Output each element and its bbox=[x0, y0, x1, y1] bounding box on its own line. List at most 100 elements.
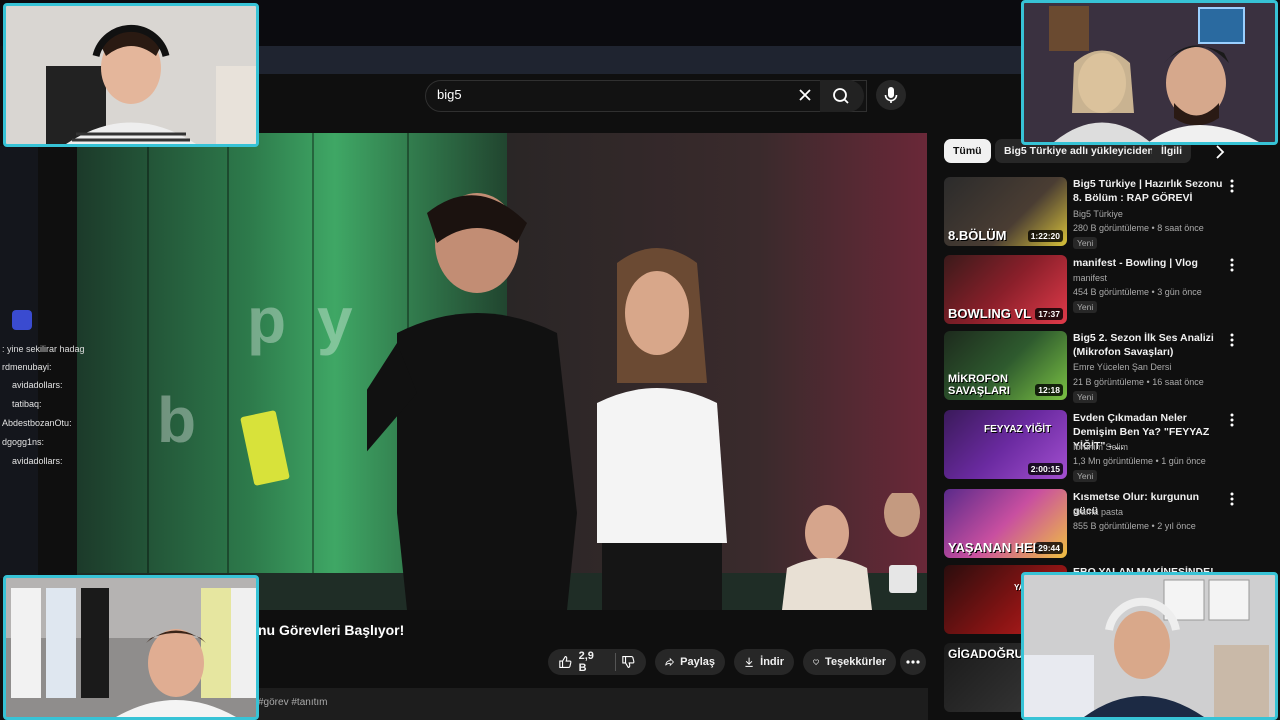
chat-text: : bbox=[60, 456, 63, 466]
video-thumbnail[interactable]: 8.BÖLÜM 1:22:20 bbox=[944, 177, 1067, 246]
wall-letter: y bbox=[317, 284, 353, 356]
webcam-bottom-right bbox=[1021, 572, 1278, 720]
video-meta: 454 B görüntüleme • 3 gün önce bbox=[1073, 287, 1202, 297]
thumbnail-caption: BOWLING VL bbox=[948, 306, 1032, 321]
video-thumbnail[interactable]: YAŞANAN HER 29:44 bbox=[944, 489, 1067, 558]
new-badge: Yeni bbox=[1073, 237, 1098, 249]
chat-message: dgogg1ns: bbox=[2, 437, 44, 447]
hashtags[interactable]: #görev #tanıtım bbox=[258, 697, 327, 708]
chat-text: : yine sekilirar hadag bbox=[2, 344, 85, 354]
thumbnail-caption: FEYYAZ YİĞİT bbox=[984, 424, 1052, 435]
video-title-link[interactable]: Big5 2. Sezon İlk Ses Analizi (Mikrofon … bbox=[1073, 331, 1223, 359]
new-badge: Yeni bbox=[1073, 391, 1098, 403]
voice-search-button[interactable] bbox=[876, 80, 906, 110]
browser-subbar bbox=[258, 46, 1023, 74]
search-button[interactable] bbox=[820, 80, 864, 112]
channel-name[interactable]: İbrahim Selim bbox=[1073, 442, 1128, 452]
duration-badge: 1:22:20 bbox=[1027, 230, 1063, 242]
video-thumbnail[interactable]: MİKROFON SAVAŞLARI 12:18 bbox=[944, 331, 1067, 400]
chat-text: : bbox=[39, 399, 42, 409]
thumbs-down-icon[interactable] bbox=[621, 654, 636, 670]
description-box[interactable] bbox=[258, 688, 928, 720]
app-icon[interactable] bbox=[12, 310, 32, 330]
locker-line bbox=[147, 133, 149, 610]
wall-letter: p bbox=[247, 284, 287, 356]
video-meta: 855 B görüntüleme • 2 yıl önce bbox=[1073, 521, 1196, 531]
duration-badge: 17:37 bbox=[1035, 308, 1063, 320]
streamer-figure bbox=[1024, 579, 1269, 717]
thumbnail-caption: YAŞANAN HER bbox=[948, 540, 1043, 555]
share-label: Paylaş bbox=[680, 656, 715, 668]
locker-line bbox=[227, 133, 229, 610]
thanks-button[interactable]: Teşekkürler bbox=[803, 649, 896, 675]
channel-name[interactable]: drama pasta bbox=[1073, 507, 1123, 517]
channel-name[interactable]: Emre Yücelen Şan Dersi bbox=[1073, 362, 1171, 372]
more-vertical-icon[interactable] bbox=[1226, 332, 1238, 348]
like-count: 2,9 B bbox=[578, 650, 594, 674]
channel-name[interactable]: Big5 Türkiye bbox=[1073, 209, 1123, 219]
thumbs-up-icon bbox=[559, 655, 572, 669]
share-button[interactable]: Paylaş bbox=[655, 649, 725, 675]
more-vertical-icon[interactable] bbox=[1226, 257, 1238, 273]
thumbnail-caption: GİGADOĞRU bbox=[948, 647, 1024, 661]
chat-username: tatibaq bbox=[12, 399, 40, 409]
channel-watermark bbox=[889, 565, 917, 593]
webcam-bottom-left bbox=[3, 575, 259, 720]
duration-badge: 2:00:15 bbox=[1027, 463, 1063, 475]
webcam-top-right bbox=[1021, 0, 1278, 145]
download-icon bbox=[745, 657, 753, 667]
chat-username: avidadollars bbox=[12, 456, 61, 466]
microphone-icon bbox=[884, 87, 898, 103]
thanks-label: Teşekkürler bbox=[825, 656, 886, 668]
video-title-link[interactable]: Big5 Türkiye | Hazırlık Sezonu 8. Bölüm … bbox=[1073, 177, 1223, 205]
video-meta: 1,3 Mn görüntüleme • 1 gün önce bbox=[1073, 456, 1206, 466]
video-title: nu Görevleri Başlıyor! bbox=[258, 622, 405, 638]
wall-letter: b bbox=[157, 384, 197, 456]
duration-badge: 12:18 bbox=[1035, 384, 1063, 396]
duration-badge: 29:44 bbox=[1035, 542, 1063, 554]
video-thumbnail[interactable]: FEYYAZ YİĞİT 2:00:15 bbox=[944, 410, 1067, 479]
share-icon bbox=[665, 657, 675, 667]
chat-message: AbdestbozanOtu: bbox=[2, 418, 72, 428]
thumbnail-caption: 8.BÖLÜM bbox=[948, 228, 1007, 243]
new-badge: Yeni bbox=[1073, 470, 1098, 482]
video-meta: 280 B görüntüleme • 8 saat önce bbox=[1073, 223, 1204, 233]
chat-message: : yine sekilirar hadag bbox=[2, 344, 85, 354]
video-title-link[interactable]: manifest - Bowling | Vlog bbox=[1073, 256, 1223, 270]
download-button[interactable]: İndir bbox=[734, 649, 794, 675]
chat-message: tatibaq: bbox=[12, 399, 42, 409]
close-icon[interactable] bbox=[795, 85, 815, 105]
person-figure bbox=[597, 248, 727, 610]
like-button[interactable]: 2,9 B bbox=[548, 649, 646, 675]
more-actions-button[interactable] bbox=[900, 649, 926, 675]
search-icon bbox=[833, 88, 849, 104]
video-thumbnail[interactable]: BOWLING VL 17:37 bbox=[944, 255, 1067, 324]
chat-text: : bbox=[69, 418, 72, 428]
chat-username: avidadollars bbox=[12, 380, 61, 390]
chat-text: : bbox=[41, 437, 45, 447]
more-vertical-icon[interactable] bbox=[1226, 412, 1238, 428]
divider bbox=[614, 653, 616, 671]
download-label: İndir bbox=[760, 656, 784, 668]
video-meta: 21 B görüntüleme • 16 saat önce bbox=[1073, 377, 1204, 387]
webcam-top-left bbox=[3, 3, 259, 147]
video-player[interactable]: p y b bbox=[77, 133, 927, 610]
chat-message: rdmenubayi: bbox=[2, 362, 52, 372]
chip-all[interactable]: Tümü bbox=[944, 139, 991, 163]
chat-username: rdmenubayi bbox=[2, 362, 50, 372]
more-vertical-icon[interactable] bbox=[1226, 491, 1238, 507]
chevron-right-icon[interactable] bbox=[1210, 142, 1230, 162]
heart-dollar-icon bbox=[813, 659, 819, 665]
chat-username: AbdestbozanOtu bbox=[2, 418, 70, 428]
search-query[interactable]: big5 bbox=[437, 87, 462, 102]
chat-message: avidadollars: bbox=[12, 456, 63, 466]
locker-line bbox=[312, 133, 314, 610]
streamer-figure bbox=[46, 24, 256, 144]
person-figure bbox=[367, 193, 577, 610]
more-vertical-icon[interactable] bbox=[1226, 178, 1238, 194]
streamer-figure bbox=[6, 578, 256, 717]
channel-name[interactable]: manifest bbox=[1073, 273, 1107, 283]
chat-username: dgogg1ns bbox=[2, 437, 42, 447]
new-badge: Yeni bbox=[1073, 301, 1098, 313]
chat-text: : bbox=[49, 362, 52, 372]
